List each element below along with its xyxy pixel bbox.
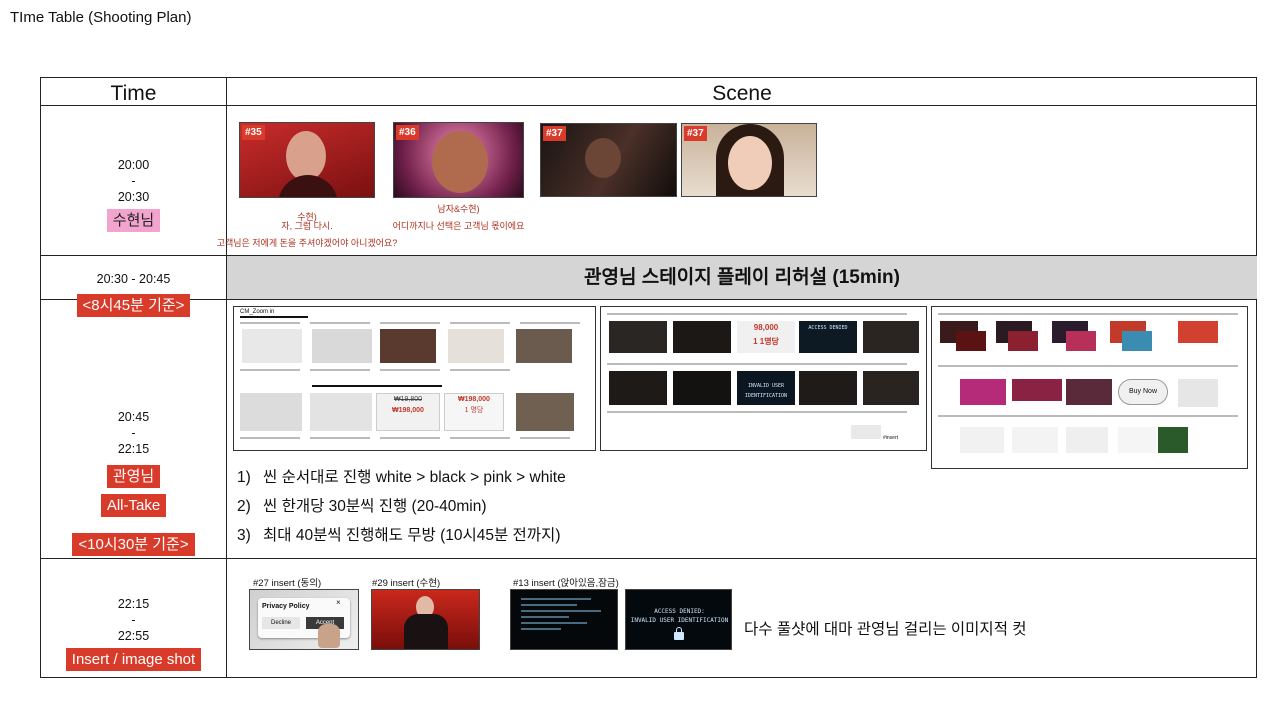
close-icon: × xyxy=(336,598,341,607)
time-cell-row3: <8시45분 기준> 20:45 - 22:15 관영님 All-Take <1… xyxy=(41,294,226,556)
scene-badge: #36 xyxy=(396,125,419,140)
board-insert: #insert xyxy=(883,435,899,441)
invalid-user-text: INVALID USER IDENTIFICATION xyxy=(630,617,729,624)
instruction-item: 3) 최대 40분씩 진행해도 무방 (10시45분 전까지) xyxy=(237,527,561,544)
board-price: ₩198,000 xyxy=(392,407,424,414)
board-label: CM_Zoom in xyxy=(240,309,275,315)
header-scene: Scene xyxy=(712,82,772,105)
insert-thumbnail[interactable] xyxy=(510,589,618,650)
policy-title: Privacy Policy xyxy=(262,603,310,610)
time-separator: - xyxy=(131,426,136,440)
time-cell-row2: 20:30 - 20:45 xyxy=(41,271,226,287)
insert-label: #27 insert (동의) xyxy=(253,578,322,589)
board-buy-button: Buy Now xyxy=(1118,379,1168,405)
timetable: Time Scene 20:00 - 20:30 수현님 20:30 - 20:… xyxy=(40,77,1257,678)
access-denied-text: ACCESS DENIED: xyxy=(654,608,705,615)
scene-thumbnail[interactable]: #37 xyxy=(681,123,817,197)
board-access: ACCESS DENIED xyxy=(799,321,857,353)
insert-description: 다수 풀샷에 대마 관영님 걸리는 이미지적 컷 xyxy=(744,621,1027,638)
scene-badge: #37 xyxy=(684,126,707,141)
insert-label: #29 insert (수현) xyxy=(372,578,441,589)
end-reference-tag: <10시30분 기준> xyxy=(72,533,195,556)
time-start: 22:15 xyxy=(117,597,150,611)
scene-thumbnail[interactable]: #35 xyxy=(239,122,375,198)
caption-line: 고객님은 저에게 돈을 주셔야겠어야 아니겠어요? xyxy=(216,238,398,248)
time-cell-row1: 20:00 - 20:30 수현님 xyxy=(41,157,226,232)
header-time: Time xyxy=(110,82,157,105)
board-price: ₩19,800 xyxy=(393,396,423,403)
caption-speaker: 남자&수현) xyxy=(437,204,480,214)
instruction-list: 1) 씬 순서대로 진행 white > black > pink > white… xyxy=(237,463,566,550)
performer-tag: 수현님 xyxy=(106,209,161,232)
board-price: ₩198,000 xyxy=(458,396,490,403)
time-end: 22:15 xyxy=(117,442,150,456)
scene-badge: #37 xyxy=(543,126,566,141)
board-price: 98,000 1 1명당 xyxy=(737,321,795,353)
scene-thumbnail[interactable]: #37 xyxy=(540,123,677,197)
time-end: 20:30 xyxy=(117,190,150,204)
time-end: 22:55 xyxy=(117,629,150,643)
storyboard-pink[interactable]: Buy Now xyxy=(931,306,1248,469)
insert-thumbnail[interactable] xyxy=(371,589,480,650)
scene-thumbnail[interactable]: #36 xyxy=(393,122,524,198)
time-start: 20:45 xyxy=(117,410,150,424)
caption-line: 자, 그럼 다시. xyxy=(281,221,333,231)
caption-line: 어디까지나 선택은 고객님 몫이에요 xyxy=(392,221,525,231)
time-cell-row4: 22:15 - 22:55 Insert / image shot xyxy=(41,596,226,671)
performer-tag: 관영님 xyxy=(106,465,161,488)
time-start: 20:00 xyxy=(117,158,150,172)
start-reference-tag: <8시45분 기준> xyxy=(76,294,191,317)
insert-label: #13 insert (앉아있음,잠금) xyxy=(513,578,619,589)
row-divider xyxy=(41,558,1256,559)
instruction-item: 2) 씬 한개당 30분씩 진행 (20-40min) xyxy=(237,498,487,515)
time-separator: - xyxy=(131,174,136,188)
insert-thumbnail[interactable]: Privacy Policy × Decline Accept xyxy=(249,589,359,650)
insert-thumbnail[interactable]: ACCESS DENIED: INVALID USER IDENTIFICATI… xyxy=(625,589,732,650)
instruction-item: 1) 씬 순서대로 진행 white > black > pink > white xyxy=(237,469,566,486)
lock-icon xyxy=(674,632,684,640)
storyboard-white[interactable]: CM_Zoom in ₩19,800 ₩198,000 ₩198,000 1 명… xyxy=(233,306,596,451)
board-discount: 1 명당 xyxy=(464,407,484,414)
time-range: 20:30 - 20:45 xyxy=(96,272,171,286)
mode-tag: All-Take xyxy=(100,494,167,517)
decline-button: Decline xyxy=(262,617,300,629)
board-invalid: INVALID USER IDENTIFICATION xyxy=(737,371,795,405)
time-separator: - xyxy=(131,613,136,627)
insert-tag: Insert / image shot xyxy=(65,648,202,671)
scene-badge: #35 xyxy=(242,125,265,140)
storyboard-black[interactable]: 98,000 1 1명당 ACCESS DENIED INVALID USER I… xyxy=(600,306,927,451)
column-divider xyxy=(226,78,227,677)
page-title: TIme Table (Shooting Plan) xyxy=(10,9,192,26)
rehearsal-banner: 관영님 스테이지 플레이 리허설 (15min) xyxy=(227,256,1257,299)
